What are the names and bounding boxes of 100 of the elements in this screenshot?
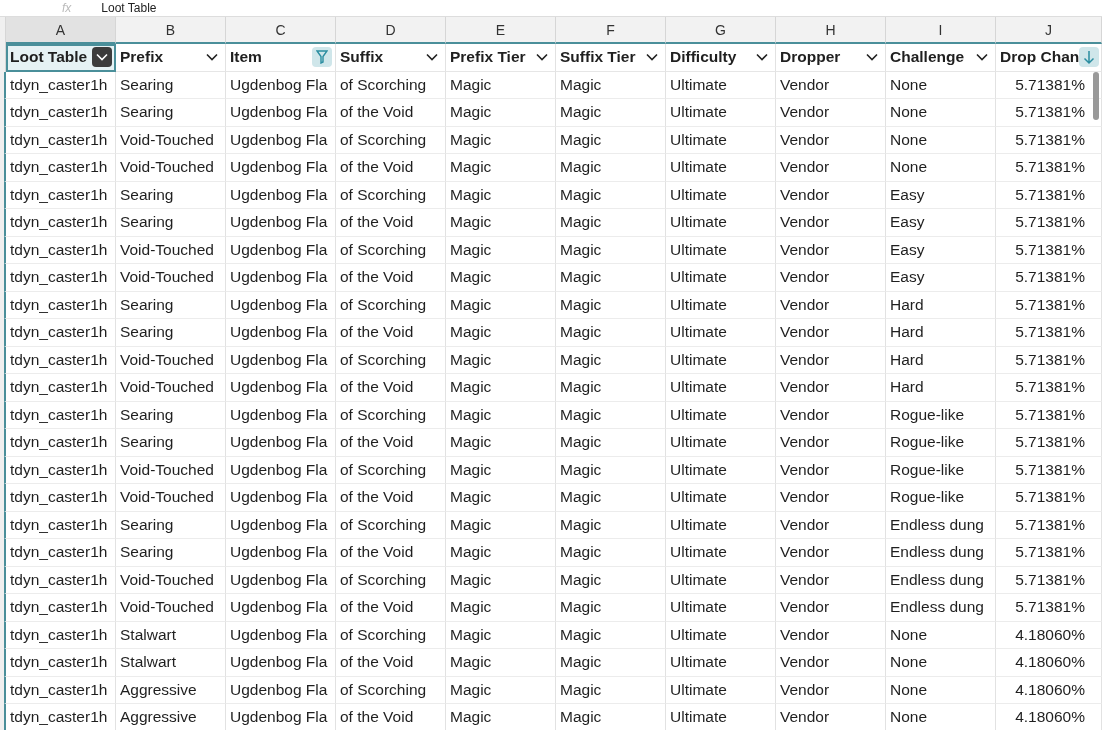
- table-cell: tdyn_caster1h: [4, 649, 116, 677]
- table-cell: tdyn_caster1h: [4, 374, 116, 402]
- table-cell: Searing: [116, 429, 226, 457]
- table-cell: Vendor: [776, 181, 886, 209]
- table-cell: Endless dung: [886, 566, 996, 594]
- table-cell: tdyn_caster1h: [4, 209, 116, 237]
- table-cell: of Scorching: [336, 566, 446, 594]
- table-cell: Ultimate: [666, 236, 776, 264]
- table-cell: None: [886, 704, 996, 730]
- table-cell: Magic: [556, 236, 666, 264]
- table-cell: Ultimate: [666, 126, 776, 154]
- column-letter[interactable]: J: [996, 17, 1102, 44]
- table-cell: tdyn_caster1h: [4, 511, 116, 539]
- table-cell: Vendor: [776, 594, 886, 622]
- table-cell: Vendor: [776, 126, 886, 154]
- table-cell: Ultimate: [666, 649, 776, 677]
- header-label: Prefix: [120, 48, 164, 67]
- table-cell: of Scorching: [336, 456, 446, 484]
- table-cell: 5.71381%: [996, 484, 1102, 512]
- table-cell: 5.71381%: [996, 209, 1102, 237]
- table-cell: Magic: [556, 264, 666, 292]
- column-letter[interactable]: G: [666, 17, 776, 44]
- filter-icon[interactable]: [312, 47, 332, 68]
- table-cell: tdyn_caster1h: [4, 236, 116, 264]
- table-cell: None: [886, 154, 996, 182]
- table-cell: Magic: [556, 154, 666, 182]
- table-cell: Stalwart: [116, 649, 226, 677]
- table-cell: Void-Touched: [116, 484, 226, 512]
- table-cell: Easy: [886, 264, 996, 292]
- table-cell: Ultimate: [666, 511, 776, 539]
- table-cell: Magic: [556, 99, 666, 127]
- table-cell: Void-Touched: [116, 236, 226, 264]
- table-cell: Magic: [556, 511, 666, 539]
- table-cell: of the Void: [336, 704, 446, 730]
- table-cell: Ultimate: [666, 401, 776, 429]
- dropdown-icon[interactable]: [92, 47, 112, 68]
- column-letter[interactable]: H: [776, 17, 886, 44]
- table-cell: None: [886, 621, 996, 649]
- table-cell: of the Void: [336, 594, 446, 622]
- table-cell: Hard: [886, 291, 996, 319]
- table-cell: of the Void: [336, 99, 446, 127]
- table-cell: Magic: [446, 319, 556, 347]
- column-letter[interactable]: C: [226, 17, 336, 44]
- table-cell: of the Void: [336, 539, 446, 567]
- scrollbar-thumb[interactable]: [1093, 72, 1099, 120]
- formula-value[interactable]: Loot Table: [101, 1, 157, 15]
- table-cell: tdyn_caster1h: [4, 484, 116, 512]
- table-cell: 5.71381%: [996, 236, 1102, 264]
- table-cell: Hard: [886, 319, 996, 347]
- column-letter[interactable]: I: [886, 17, 996, 44]
- table-cell: Ultimate: [666, 594, 776, 622]
- table-cell: Ugdenbog Fla: [226, 126, 336, 154]
- table-cell: of Scorching: [336, 291, 446, 319]
- table-cell: Ugdenbog Fla: [226, 566, 336, 594]
- table-cell: Magic: [446, 126, 556, 154]
- table-cell: Magic: [556, 291, 666, 319]
- column-letter[interactable]: B: [116, 17, 226, 44]
- table-cell: Vendor: [776, 154, 886, 182]
- header-label: Suffix Tier: [560, 48, 636, 67]
- header-label: Suffix: [340, 48, 384, 67]
- table-cell: 5.71381%: [996, 594, 1102, 622]
- table-cell: Magic: [446, 566, 556, 594]
- table-cell: Magic: [556, 539, 666, 567]
- sort-descending-icon[interactable]: [1079, 47, 1100, 68]
- table-cell: None: [886, 71, 996, 99]
- table-cell: Void-Touched: [116, 126, 226, 154]
- table-cell: Stalwart: [116, 621, 226, 649]
- table-cell: Ugdenbog Fla: [226, 401, 336, 429]
- table-cell: Void-Touched: [116, 346, 226, 374]
- table-cell: Magic: [556, 374, 666, 402]
- table-cell: Magic: [446, 346, 556, 374]
- table-cell: Ugdenbog Fla: [226, 154, 336, 182]
- table-cell: Ultimate: [666, 621, 776, 649]
- table-cell: Searing: [116, 71, 226, 99]
- table-cell: Vendor: [776, 264, 886, 292]
- header-label: Prefix Tier: [450, 48, 526, 67]
- column-letter[interactable]: E: [446, 17, 556, 44]
- column-letter[interactable]: A: [6, 17, 116, 44]
- table-cell: Magic: [446, 676, 556, 704]
- table-cell: Magic: [556, 566, 666, 594]
- table-cell: of Scorching: [336, 401, 446, 429]
- table-cell: Magic: [446, 71, 556, 99]
- table-cell: of Scorching: [336, 71, 446, 99]
- table-cell: Ultimate: [666, 181, 776, 209]
- row-header[interactable]: [0, 704, 6, 730]
- table-cell: of Scorching: [336, 346, 446, 374]
- table-cell: Ugdenbog Fla: [226, 374, 336, 402]
- table-cell: Vendor: [776, 484, 886, 512]
- table-cell: Magic: [446, 511, 556, 539]
- table-cell: 5.71381%: [996, 539, 1102, 567]
- header-label: Loot Table: [10, 48, 88, 67]
- table-cell: Aggressive: [116, 704, 226, 730]
- column-letter[interactable]: D: [336, 17, 446, 44]
- header-label: Dropper: [780, 48, 841, 67]
- table-cell: Easy: [886, 181, 996, 209]
- table-cell: Void-Touched: [116, 456, 226, 484]
- table-cell: Vendor: [776, 539, 886, 567]
- table-cell: of Scorching: [336, 511, 446, 539]
- table-cell: of the Void: [336, 429, 446, 457]
- column-letter[interactable]: F: [556, 17, 666, 44]
